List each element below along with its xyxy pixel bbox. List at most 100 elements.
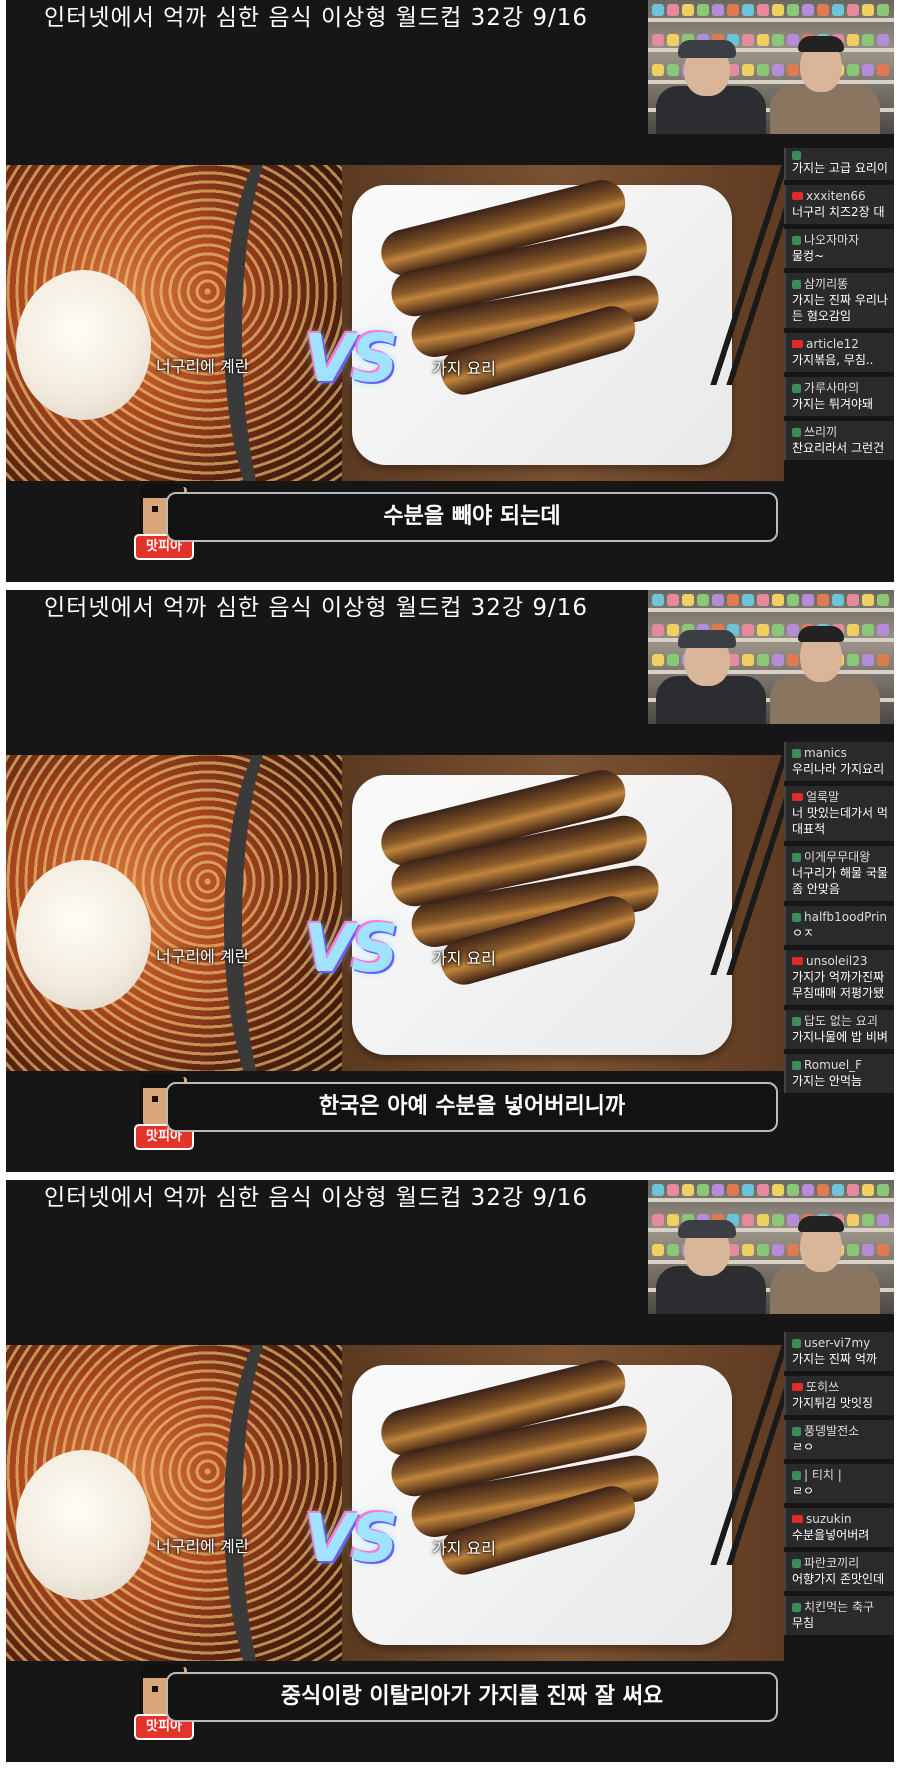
shelf-toy xyxy=(787,1184,799,1196)
chat-message: 풍뎅발전소 ㄹㅇ xyxy=(784,1420,894,1459)
shelf-toy xyxy=(742,1214,754,1226)
shelf-toy xyxy=(682,1184,694,1196)
chat-text: 너구리가 해물 국물 xyxy=(792,866,888,880)
host-right-body xyxy=(770,676,880,724)
member-badge-icon xyxy=(792,1470,801,1480)
member-badge-icon xyxy=(792,1515,803,1523)
chat-username-text: 파란코끼리 xyxy=(804,1556,860,1570)
shelf-toy xyxy=(862,654,874,666)
member-badge-icon xyxy=(792,427,801,437)
chat-message: unsoleil23 가지가 억까가진짜무침때매 저평가됐 xyxy=(784,950,894,1005)
member-badge-icon xyxy=(792,340,803,348)
live-chat[interactable]: user-vi7my 가지는 진짜 억까 또히쓰 가지튀김 맛잇징 풍뎅발전소 ㄹㅇ | 티… xyxy=(784,1332,894,1752)
shelf-toy xyxy=(787,4,799,16)
live-chat[interactable]: manics 우리나라 가지요리 얼룩말 너 맛있는데가서 먹 대표적 이게무무대왕 너구리… xyxy=(784,742,894,1162)
host-right-body xyxy=(770,1266,880,1314)
chat-message: 가지는 고급 요리이 xyxy=(784,148,894,180)
chat-text: 우리나라 가지요리 xyxy=(792,762,885,776)
chat-text: 가지볶음, 무침.. xyxy=(792,353,874,367)
shelf-toy xyxy=(697,1184,709,1196)
stream-title: 인터넷에서 억까 심한 음식 이상형 월드컵 32강 9/16 xyxy=(44,1185,588,1211)
member-badge-icon xyxy=(792,192,803,200)
shelf-toy xyxy=(727,594,739,606)
shelf-toy xyxy=(817,4,829,16)
vs-logo: VS xyxy=(304,1500,399,1577)
shelf-toy xyxy=(862,1184,874,1196)
chat-text: 가지튀김 맛잇징 xyxy=(792,1396,874,1410)
shelf-toy xyxy=(742,34,754,46)
chat-username: Romuel_F xyxy=(792,1057,890,1073)
right-option-label: 가지 요리 xyxy=(432,359,496,378)
shelf-toy xyxy=(742,594,754,606)
shelf-toy xyxy=(667,1244,679,1256)
shelf-toy xyxy=(787,654,799,666)
shelf-toy xyxy=(667,1214,679,1226)
shelf-toy xyxy=(772,1214,784,1226)
shelf-toy xyxy=(772,1184,784,1196)
shelf-toy xyxy=(847,34,859,46)
chat-username-text: 얼룩말 xyxy=(806,790,840,804)
shelf-toy xyxy=(727,1184,739,1196)
chat-username: | 티치 | xyxy=(792,1467,890,1483)
shelf-toy xyxy=(697,594,709,606)
chat-text-line2: 좀 안맞음 xyxy=(792,882,840,896)
chat-text: 가지는 튀겨야돼 xyxy=(792,397,874,411)
chat-text: ㅇㅈ xyxy=(792,926,815,940)
shelf-toy xyxy=(757,624,769,636)
subtitle-caption: 한국은 아예 수분을 넣어버리니까 xyxy=(166,1082,778,1132)
member-badge-icon xyxy=(792,235,801,245)
shelf-toy xyxy=(772,624,784,636)
shelf-toy xyxy=(757,1244,769,1256)
shelf-toy xyxy=(742,624,754,636)
stream-title: 인터넷에서 억까 심한 음식 이상형 월드컵 32강 9/16 xyxy=(44,5,588,31)
shelf-toy xyxy=(877,1244,889,1256)
chat-username: 이게무무대왕 xyxy=(792,849,890,865)
chat-text: 가지가 억까가진짜 xyxy=(792,970,885,984)
ramen-image: 너구리에 계란 xyxy=(6,755,342,1071)
avatar-eye xyxy=(152,1686,158,1692)
shelf-toy xyxy=(742,4,754,16)
shelf-toy xyxy=(697,4,709,16)
chat-message: 파란코끼리 어향가지 존맛인데 xyxy=(784,1552,894,1591)
chat-text-line2: 무침때매 저평가됐 xyxy=(792,986,885,1000)
shelf-toy xyxy=(757,594,769,606)
shelf-toy xyxy=(847,624,859,636)
chat-username xyxy=(792,151,890,160)
shelf-toy xyxy=(877,4,889,16)
shelf-toy xyxy=(757,654,769,666)
shelf-toy xyxy=(832,594,844,606)
chat-username-text: 나오자마자 xyxy=(804,233,860,247)
shelf-toy xyxy=(877,1184,889,1196)
shelf-toy xyxy=(652,34,664,46)
member-badge-icon xyxy=(792,793,803,801)
chat-username-text: Romuel_F xyxy=(804,1058,863,1072)
member-badge-icon xyxy=(792,912,801,922)
chat-message: Romuel_F 가지는 안먹늠 xyxy=(784,1054,894,1093)
shelf-toy xyxy=(652,4,664,16)
poached-egg xyxy=(16,270,151,420)
eggplant-image: 가지 요리 xyxy=(342,1345,784,1661)
shelf xyxy=(648,18,894,22)
live-chat[interactable]: 가지는 고급 요리이 xxxiten66 너구리 치즈2장 대 나오자마자 물컹~ 삼끼리… xyxy=(784,148,894,548)
shelf-toy xyxy=(802,4,814,16)
ramen-image: 너구리에 계란 xyxy=(6,1345,342,1661)
subtitle-caption: 수분을 빼야 되는데 xyxy=(166,492,778,542)
webcam-feed xyxy=(648,590,894,724)
chat-username: unsoleil23 xyxy=(792,953,890,969)
shelf-toy xyxy=(757,1184,769,1196)
right-option-label: 가지 요리 xyxy=(432,1539,496,1558)
shelf-toy xyxy=(667,654,679,666)
shelf-toy xyxy=(757,4,769,16)
stream-panel: 인터넷에서 억까 심한 음식 이상형 월드컵 32강 9/16 너구리에 계란 가지… xyxy=(6,590,894,1172)
chat-username-text: 또히쓰 xyxy=(806,1380,840,1394)
chat-text: 가지는 진짜 우리나 xyxy=(792,293,888,307)
left-option-label: 너구리에 계란 xyxy=(156,1537,250,1556)
shelf-toy xyxy=(712,594,724,606)
chat-username-text: 이게무무대왕 xyxy=(804,850,871,864)
chat-username: suzukin xyxy=(792,1511,890,1527)
shelf-toy xyxy=(652,1214,664,1226)
chat-username-text: unsoleil23 xyxy=(806,954,868,968)
shelf-toy xyxy=(787,1214,799,1226)
chat-message: 나오자마자 물컹~ xyxy=(784,229,894,268)
chat-username-text: manics xyxy=(804,746,847,760)
